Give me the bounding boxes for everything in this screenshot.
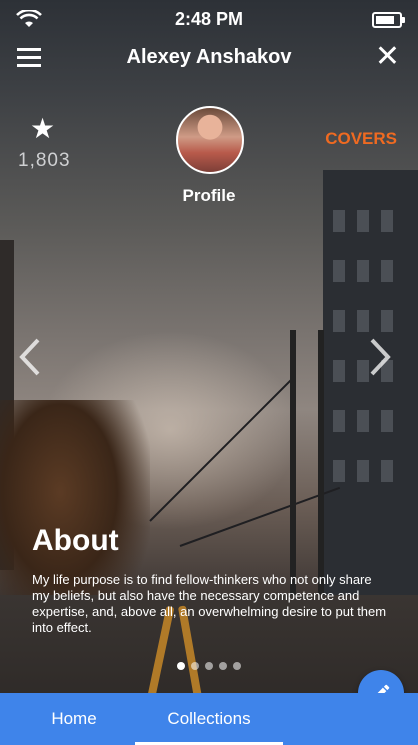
pagination-dot[interactable] — [233, 662, 241, 670]
status-bar: 2:48 PM — [0, 0, 418, 38]
chevron-left-icon[interactable] — [16, 338, 44, 376]
profile-label[interactable]: Profile — [0, 186, 418, 206]
avatar[interactable] — [176, 106, 244, 174]
pagination-dot[interactable] — [191, 662, 199, 670]
pagination-dots — [0, 657, 418, 675]
close-icon[interactable]: ✕ — [375, 42, 400, 72]
covers-button[interactable]: COVERS — [325, 129, 397, 149]
battery-icon — [372, 12, 405, 28]
status-time: 2:48 PM — [174, 9, 244, 29]
pagination-dot[interactable] — [219, 662, 227, 670]
chevron-right-icon[interactable] — [366, 338, 394, 376]
bottom-nav: Home Collections — [0, 693, 418, 745]
top-bar: Alexey Anshakov ✕ — [0, 40, 418, 76]
tab-home[interactable]: Home — [0, 693, 148, 745]
star-icon[interactable]: ★ — [30, 112, 55, 145]
pagination-dot[interactable] — [205, 662, 213, 670]
page-title: Alexey Anshakov — [126, 46, 292, 68]
star-count: 1,803 — [18, 150, 71, 171]
about-heading: About — [32, 524, 119, 557]
about-text: My life purpose is to find fellow-thinke… — [32, 572, 387, 635]
pagination-dot[interactable] — [177, 662, 185, 670]
tab-collections[interactable]: Collections — [135, 693, 283, 745]
